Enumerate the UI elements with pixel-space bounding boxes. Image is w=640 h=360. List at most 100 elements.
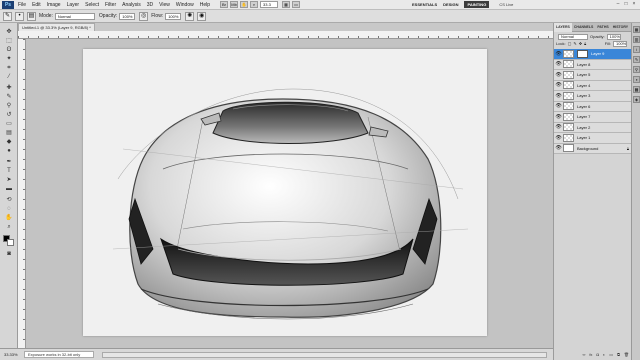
menu-view[interactable]: View — [159, 2, 170, 8]
shape-tool-icon[interactable]: ▬ — [4, 186, 14, 193]
bridge-button[interactable]: Br — [220, 1, 229, 8]
link-layers-icon[interactable]: ∞ — [582, 352, 585, 357]
menu-3d[interactable]: 3D — [147, 2, 153, 8]
clone-stamp-tool-icon[interactable]: ⚲ — [4, 103, 14, 110]
dodge-tool-icon[interactable]: ● — [4, 148, 14, 155]
visibility-eye-icon[interactable]: 👁︎ — [554, 82, 563, 88]
tab-history[interactable]: HISTORY — [611, 25, 630, 29]
color-icon[interactable]: ◑ — [633, 76, 640, 83]
menu-edit[interactable]: Edit — [32, 2, 41, 8]
layer-row[interactable]: 👁︎ Layer 9 — [554, 49, 632, 60]
pen-tool-icon[interactable]: ✒ — [4, 159, 14, 166]
visibility-eye-icon[interactable]: 👁︎ — [554, 114, 563, 120]
3d-rotate-tool-icon[interactable]: ⟲ — [4, 197, 14, 204]
navigator-icon[interactable]: ▦ — [633, 26, 640, 33]
blur-tool-icon[interactable]: ◆ — [4, 139, 14, 146]
layer-style-icon[interactable]: fx — [589, 352, 592, 357]
lock-brush-icon[interactable]: ✎ — [573, 41, 576, 46]
tab-channels[interactable]: CHANNELS — [572, 25, 595, 29]
airbrush-icon[interactable]: ✺ — [185, 11, 195, 21]
mode-dropdown[interactable]: Normal — [54, 12, 95, 20]
workspace-painting[interactable]: PAINTING — [464, 1, 490, 8]
trash-icon[interactable]: 🗑︎ — [624, 352, 629, 357]
eyedropper-tool-icon[interactable]: ⁄ — [4, 74, 14, 81]
menu-analysis[interactable]: Analysis — [122, 2, 141, 8]
new-layer-icon[interactable]: ⧉ — [617, 352, 620, 357]
quick-mask-icon[interactable]: ◙ — [4, 251, 14, 258]
info-icon[interactable]: i — [633, 46, 640, 53]
quick-select-tool-icon[interactable]: ✦ — [4, 56, 14, 63]
styles-icon[interactable]: ◈ — [633, 96, 640, 103]
menu-layer[interactable]: Layer — [67, 2, 80, 8]
healing-brush-tool-icon[interactable]: ✚ — [4, 85, 14, 92]
visibility-eye-icon[interactable]: 👁︎ — [554, 135, 563, 141]
adjustment-layer-icon[interactable]: ◐ — [603, 352, 605, 357]
visibility-eye-icon[interactable]: 👁︎ — [554, 61, 563, 67]
document-tab[interactable]: Untitled-1 @ 33.3% (Layer 9, RGB/8) * — [18, 23, 95, 31]
visibility-eye-icon[interactable]: 👁︎ — [554, 51, 563, 57]
visibility-eye-icon[interactable]: 👁︎ — [554, 103, 563, 109]
screen-mode-icon[interactable]: ▭ — [292, 1, 301, 8]
visibility-eye-icon[interactable]: 👁︎ — [554, 145, 563, 151]
status-info[interactable]: Exposure works in 32-bit only — [24, 351, 94, 358]
document-workspace[interactable] — [26, 39, 553, 348]
move-tool-icon[interactable]: ✥ — [4, 29, 14, 36]
menu-filter[interactable]: Filter — [105, 2, 116, 8]
path-select-tool-icon[interactable]: ➤ — [4, 177, 14, 184]
histogram-icon[interactable]: ▥ — [633, 36, 640, 43]
brush-presets-icon[interactable]: ✎ — [633, 56, 640, 63]
visibility-eye-icon[interactable]: 👁︎ — [554, 93, 563, 99]
menu-image[interactable]: Image — [47, 2, 61, 8]
brush-preset-icon[interactable]: • — [15, 11, 24, 21]
layer-row[interactable]: 👁︎ Layer 5 — [554, 70, 632, 81]
menu-file[interactable]: File — [18, 2, 26, 8]
vertical-ruler[interactable] — [18, 39, 26, 348]
layer-row[interactable]: 👁︎ Layer 4 — [554, 80, 632, 91]
fill-field[interactable]: 100% — [613, 40, 627, 47]
lock-all-icon[interactable]: 🔒︎ — [584, 41, 586, 46]
cs-live-button[interactable]: CS Live — [499, 2, 513, 7]
add-mask-icon[interactable]: ◘ — [596, 352, 598, 357]
history-brush-tool-icon[interactable]: ↺ — [4, 112, 14, 119]
workspace-essentials[interactable]: ESSENTIALS — [412, 2, 437, 7]
brush-tool-icon[interactable]: ✎ — [3, 11, 12, 21]
horizontal-scrollbar[interactable] — [102, 351, 547, 358]
tab-layers[interactable]: LAYERS — [554, 22, 572, 32]
minibridge-button[interactable]: Mb — [230, 1, 239, 8]
layer-row[interactable]: 👁︎ Background 🔒︎ — [554, 143, 632, 154]
layer-row[interactable]: 👁︎ Layer 8 — [554, 59, 632, 70]
flow-field[interactable]: 100% — [165, 12, 182, 20]
maximize-icon[interactable]: □ — [622, 1, 630, 8]
layer-row[interactable]: 👁︎ Layer 3 — [554, 91, 632, 102]
layer-opacity-field[interactable]: 100% — [606, 33, 621, 40]
zoom-level-dropdown[interactable]: 33.3 — [260, 1, 279, 8]
menu-help[interactable]: Help — [200, 2, 210, 8]
visibility-eye-icon[interactable]: 👁︎ — [554, 124, 563, 130]
tab-paths[interactable]: PATHS — [595, 25, 610, 29]
layer-row[interactable]: 👁︎ Layer 2 — [554, 122, 632, 133]
brush-panel-icon[interactable]: ▤ — [27, 11, 36, 21]
3d-orbit-tool-icon[interactable]: ◌ — [4, 206, 14, 213]
close-icon[interactable]: × — [630, 1, 638, 8]
opacity-field[interactable]: 100% — [119, 12, 136, 20]
document-canvas[interactable] — [83, 49, 487, 336]
gradient-tool-icon[interactable]: ▤ — [4, 130, 14, 137]
layer-row[interactable]: 👁︎ Layer 6 — [554, 101, 632, 112]
minimize-icon[interactable]: – — [614, 1, 622, 8]
new-group-icon[interactable]: ▭ — [609, 352, 613, 357]
marquee-tool-icon[interactable]: ⬚ — [4, 38, 14, 45]
background-color-swatch[interactable] — [7, 239, 14, 246]
layer-row[interactable]: 👁︎ Layer 7 — [554, 112, 632, 123]
blend-mode-dropdown[interactable]: Normal — [558, 33, 588, 40]
workspace-design[interactable]: DESIGN — [443, 2, 458, 7]
layer-mask-thumbnail[interactable] — [577, 49, 588, 58]
menu-window[interactable]: Window — [176, 2, 194, 8]
swatches-icon[interactable]: ▩ — [633, 86, 640, 93]
pressure-opacity-icon[interactable]: ◎ — [139, 11, 149, 21]
menu-select[interactable]: Select — [85, 2, 99, 8]
hand-tool-icon[interactable]: ✋ — [4, 215, 14, 222]
lock-move-icon[interactable]: ✥ — [579, 41, 582, 46]
eraser-tool-icon[interactable]: ▭ — [4, 121, 14, 128]
hand-icon[interactable]: ✋ — [240, 1, 249, 8]
brush-tool-icon[interactable]: ✎ — [4, 94, 14, 101]
